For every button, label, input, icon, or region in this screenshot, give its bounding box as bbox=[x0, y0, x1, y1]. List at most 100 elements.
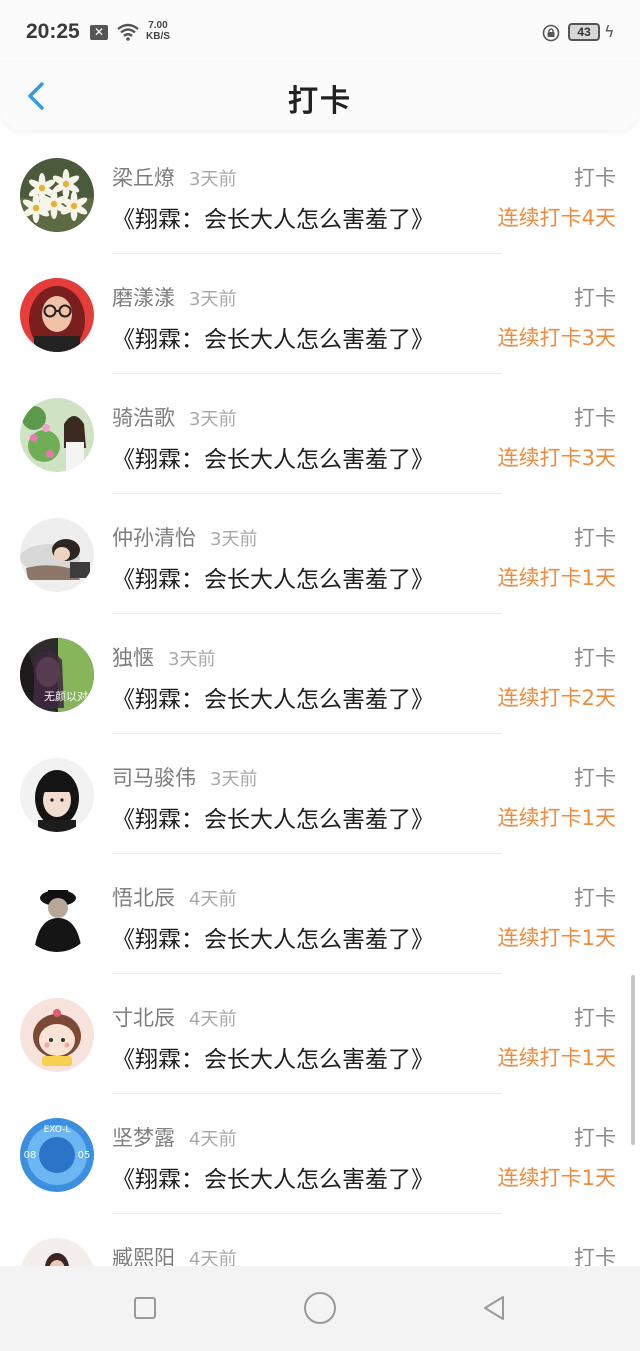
checkin-time: 3天前 bbox=[189, 169, 237, 190]
work-title: 《翔霖：会长大人怎么害羞了》 bbox=[112, 567, 434, 593]
work-title: 《翔霖：会长大人怎么害羞了》 bbox=[112, 807, 434, 833]
row-divider bbox=[112, 1213, 502, 1214]
checkin-row[interactable]: 仲孙清怡 3天前 打卡《翔霖：会长大人怎么害羞了》 连续打卡1天 bbox=[0, 506, 640, 626]
checkin-row[interactable]: 骑浩歌 3天前 打卡 《翔霖：会长大人怎么害羞了》 连续打卡3天 bbox=[0, 386, 640, 506]
user-name-text: 磨漾漾 bbox=[112, 286, 175, 310]
battery-indicator: 43 bbox=[568, 23, 600, 41]
user-name: 仲孙清怡 3天前 bbox=[112, 522, 257, 552]
checkin-action-label[interactable]: 打卡 bbox=[574, 1122, 616, 1152]
user-name-text: 寸北辰 bbox=[112, 1006, 175, 1030]
user-name: 独惬 3天前 bbox=[112, 642, 215, 672]
avatar[interactable]: EXO-L 08 05 bbox=[20, 1118, 94, 1192]
row-divider bbox=[112, 373, 502, 374]
avatar-text: 05 bbox=[78, 1150, 91, 1161]
system-nav-bar bbox=[0, 1266, 640, 1351]
streak-count: 连续打卡3天 bbox=[497, 446, 616, 470]
checkin-row[interactable]: EXO-L 08 05 坚梦露 4天前 打卡《翔霖：会长大人怎么害羞了》 连续打卡1天 bbox=[0, 1106, 640, 1226]
network-speed: 7.00 KB/S bbox=[146, 20, 170, 42]
checkin-action-label[interactable]: 打卡 bbox=[574, 1002, 616, 1032]
checkin-time: 3天前 bbox=[168, 649, 216, 670]
checkin-row[interactable]: 梁丘燎 3天前 打卡《翔霖：会长大人怎么害羞了》 连续打卡4天 bbox=[0, 146, 640, 266]
streak-count: 连续打卡1天 bbox=[497, 566, 616, 590]
avatar[interactable] bbox=[20, 518, 94, 592]
user-name-text: 坚梦露 bbox=[112, 1126, 175, 1150]
page-title: 打卡 bbox=[288, 84, 352, 119]
status-bar: 20:25 ✕ 7.00 KB/S 43 ϟ bbox=[0, 0, 640, 62]
user-name-text: 司马骏伟 bbox=[112, 766, 196, 790]
user-name: 磨漾漾 3天前 bbox=[112, 282, 236, 312]
wifi-icon bbox=[117, 23, 139, 41]
row-divider bbox=[112, 733, 502, 734]
checkin-row[interactable]: 悟北辰 4天前 打卡《翔霖：会长大人怎么害羞了》 连续打卡1天 bbox=[0, 866, 640, 986]
notification-x-icon: ✕ bbox=[90, 25, 108, 40]
scrollbar[interactable] bbox=[631, 975, 635, 1145]
user-name: 骑浩歌 3天前 bbox=[112, 402, 236, 432]
checkin-action-label[interactable]: 打卡 bbox=[574, 522, 616, 552]
network-speed-value: 7.00 bbox=[148, 20, 168, 31]
rotation-lock-icon bbox=[542, 24, 560, 42]
row-divider bbox=[112, 973, 502, 974]
status-time: 20:25 bbox=[26, 20, 80, 43]
checkin-action-label[interactable]: 打卡 bbox=[574, 402, 616, 432]
checkin-time: 4天前 bbox=[189, 1129, 237, 1150]
avatar[interactable] bbox=[20, 998, 94, 1072]
streak-count: 连续打卡1天 bbox=[497, 926, 616, 950]
avatar-text: EXO-L bbox=[44, 1125, 71, 1135]
header: 打卡 bbox=[0, 62, 640, 130]
user-name: 寸北辰 4天前 bbox=[112, 1002, 236, 1032]
avatar[interactable] bbox=[20, 278, 94, 352]
recent-apps-square-icon[interactable] bbox=[134, 1297, 156, 1319]
work-title: 《翔霖：会长大人怎么害羞了》 bbox=[112, 327, 434, 353]
back-triangle-icon[interactable] bbox=[478, 1292, 510, 1324]
streak-count: 连续打卡3天 bbox=[497, 326, 616, 350]
user-name: 司马骏伟 3天前 bbox=[112, 762, 257, 792]
avatar[interactable] bbox=[20, 398, 94, 472]
work-title: 《翔霖：会长大人怎么害羞了》 bbox=[112, 1167, 434, 1193]
streak-count: 连续打卡1天 bbox=[497, 806, 616, 830]
checkin-action-label[interactable]: 打卡 bbox=[574, 762, 616, 792]
checkin-row[interactable]: 无颜以对 独惬 3天前 打卡《翔霖：会长大人怎么害羞了》 连续打卡2天 bbox=[0, 626, 640, 746]
work-title: 《翔霖：会长大人怎么害羞了》 bbox=[112, 927, 434, 953]
checkin-time: 4天前 bbox=[189, 889, 237, 910]
streak-count: 连续打卡1天 bbox=[497, 1166, 616, 1190]
user-name: 梁丘燎 3天前 bbox=[112, 162, 236, 192]
checkin-row[interactable]: 寸北辰 4天前 打卡《翔霖：会长大人怎么害羞了》 连续打卡1天 bbox=[0, 986, 640, 1106]
work-title: 《翔霖：会长大人怎么害羞了》 bbox=[112, 207, 434, 233]
home-circle-icon[interactable] bbox=[304, 1292, 336, 1324]
user-name: 坚梦露 4天前 bbox=[112, 1122, 236, 1152]
row-divider bbox=[112, 613, 502, 614]
avatar-text: 无颜以对 bbox=[44, 689, 88, 703]
checkin-time: 3天前 bbox=[189, 289, 237, 310]
avatar[interactable] bbox=[20, 158, 94, 232]
checkin-row[interactable]: 磨漾漾 3天前 打卡《翔霖：会长大人怎么害羞了》 连续打卡3天 bbox=[0, 266, 640, 386]
checkin-action-label[interactable]: 打卡 bbox=[574, 282, 616, 312]
work-title: 《翔霖：会长大人怎么害羞了》 bbox=[112, 687, 434, 713]
checkin-time: 3天前 bbox=[210, 769, 258, 790]
checkin-time: 3天前 bbox=[189, 409, 237, 430]
avatar[interactable] bbox=[20, 758, 94, 832]
checkin-action-label[interactable]: 打卡 bbox=[574, 162, 616, 192]
row-divider bbox=[112, 1093, 502, 1094]
user-name-text: 独惬 bbox=[112, 646, 154, 670]
row-divider bbox=[112, 493, 502, 494]
charging-bolt-icon: ϟ bbox=[604, 22, 615, 41]
streak-count: 连续打卡2天 bbox=[497, 686, 616, 710]
checkin-time: 4天前 bbox=[189, 1009, 237, 1030]
avatar[interactable]: 无颜以对 bbox=[20, 638, 94, 712]
avatar[interactable] bbox=[20, 878, 94, 952]
checkin-list: 梁丘燎 3天前 打卡 《翔霖：会长大人怎么害羞了》 连续打卡4天 磨漾漾 3天前 打卡 《翔霖：… bbox=[0, 146, 640, 1346]
user-name-text: 悟北辰 bbox=[112, 886, 175, 910]
avatar-text: 08 bbox=[24, 1150, 37, 1161]
checkin-action-label[interactable]: 打卡 bbox=[574, 642, 616, 672]
checkin-row[interactable]: 司马骏伟 3天前 打卡《翔霖：会长大人怎么害羞了》 连续打卡1天 bbox=[0, 746, 640, 866]
user-name: 悟北辰 4天前 bbox=[112, 882, 236, 912]
user-name-text: 骑浩歌 bbox=[112, 406, 175, 430]
checkin-time: 3天前 bbox=[210, 529, 258, 550]
row-divider bbox=[112, 253, 502, 254]
row-divider bbox=[112, 853, 502, 854]
streak-count: 连续打卡4天 bbox=[497, 206, 616, 230]
user-name-text: 梁丘燎 bbox=[112, 166, 175, 190]
checkin-action-label[interactable]: 打卡 bbox=[574, 882, 616, 912]
work-title: 《翔霖：会长大人怎么害羞了》 bbox=[112, 1047, 434, 1073]
streak-count: 连续打卡1天 bbox=[497, 1046, 616, 1070]
